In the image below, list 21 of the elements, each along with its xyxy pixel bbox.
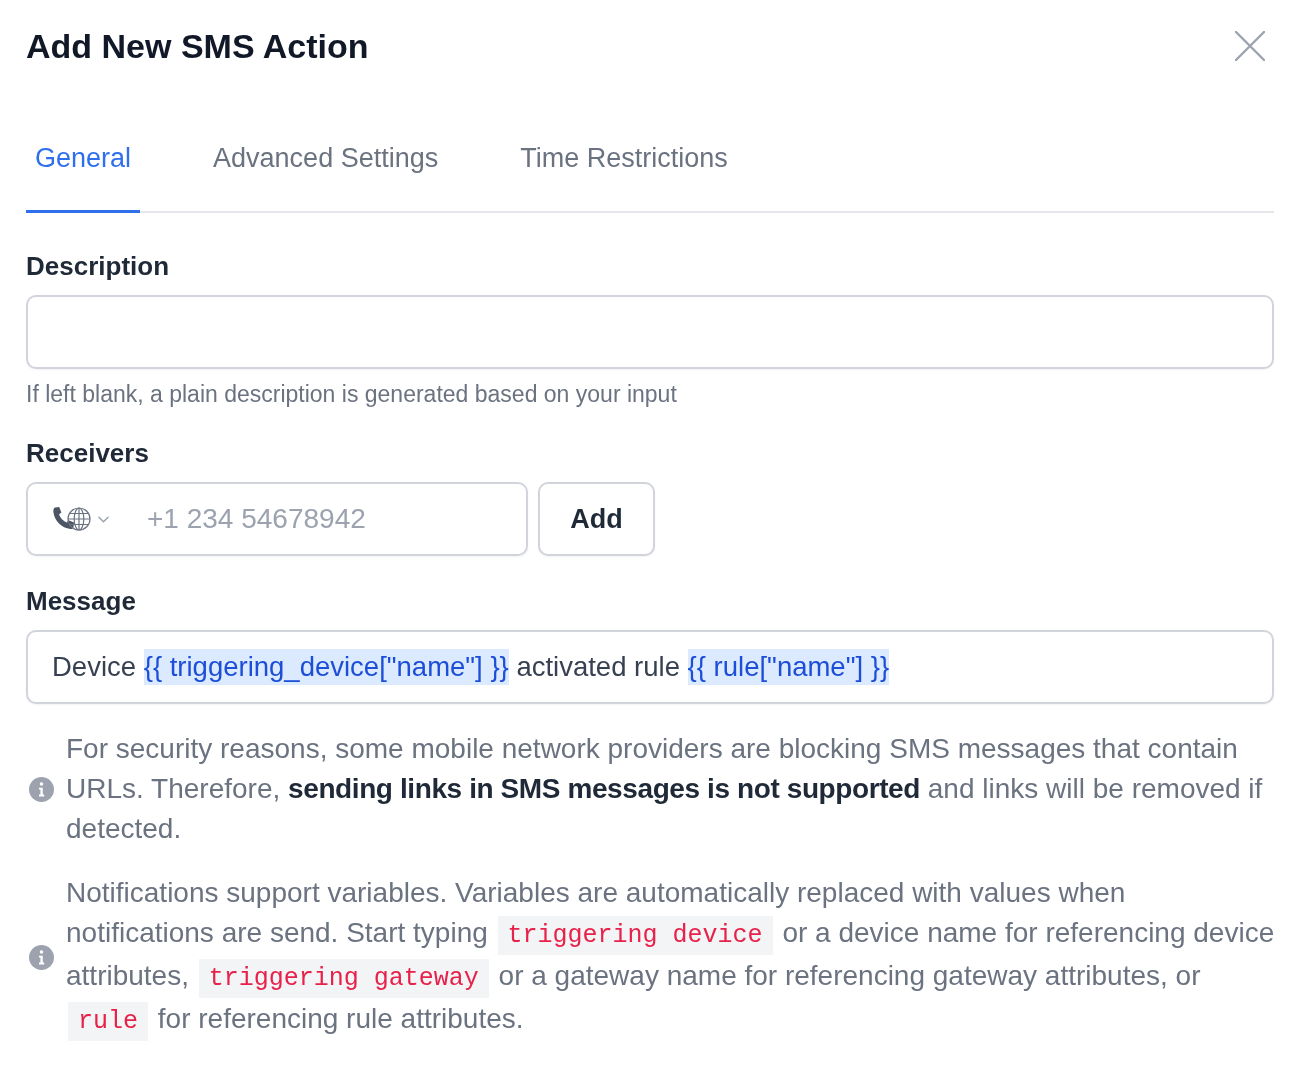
- phone-field[interactable]: +1 234 54678942: [26, 482, 528, 556]
- chevron-down-icon: [98, 515, 109, 523]
- country-select[interactable]: [52, 506, 109, 532]
- dialog-title: Add New SMS Action: [26, 26, 369, 66]
- info-icon: [29, 945, 54, 970]
- field-label: Message: [26, 586, 137, 616]
- phone-number-input[interactable]: +1 234 54678942: [147, 499, 512, 539]
- helper-text: If left blank, a plain description is generated based on your input: [26, 380, 678, 408]
- info-icon: [29, 776, 54, 802]
- add-button[interactable]: Add: [538, 482, 655, 556]
- close-icon[interactable]: [1235, 31, 1265, 61]
- tab[interactable]: General: [26, 138, 141, 213]
- field-label: Description: [26, 251, 171, 281]
- tab[interactable]: Time Restrictions: [511, 138, 737, 213]
- field-label: Receivers: [26, 438, 150, 468]
- description-field[interactable]: [26, 295, 1274, 369]
- tab[interactable]: Advanced Settings: [204, 138, 448, 213]
- phone-globe-icon: [52, 506, 91, 532]
- message-field[interactable]: Device {{ triggering_device["name"] }} activated rule {{ rule["name"] }}: [26, 630, 1274, 704]
- note-text: Notifications support variables. Variables are automatically replaced with values when notifications are send. Start typing triggering device or a device name for referencing device attributes, triggering gateway or a gateway name for referencing gateway attributes, or rule for referencing rule attributes.: [66, 873, 1280, 1042]
- note-text: For security reasons, some mobile network providers are blocking SMS messages that contain URLs. Therefore, sending links in SMS messages is not supported and links will be removed if detected.: [66, 732, 1264, 846]
